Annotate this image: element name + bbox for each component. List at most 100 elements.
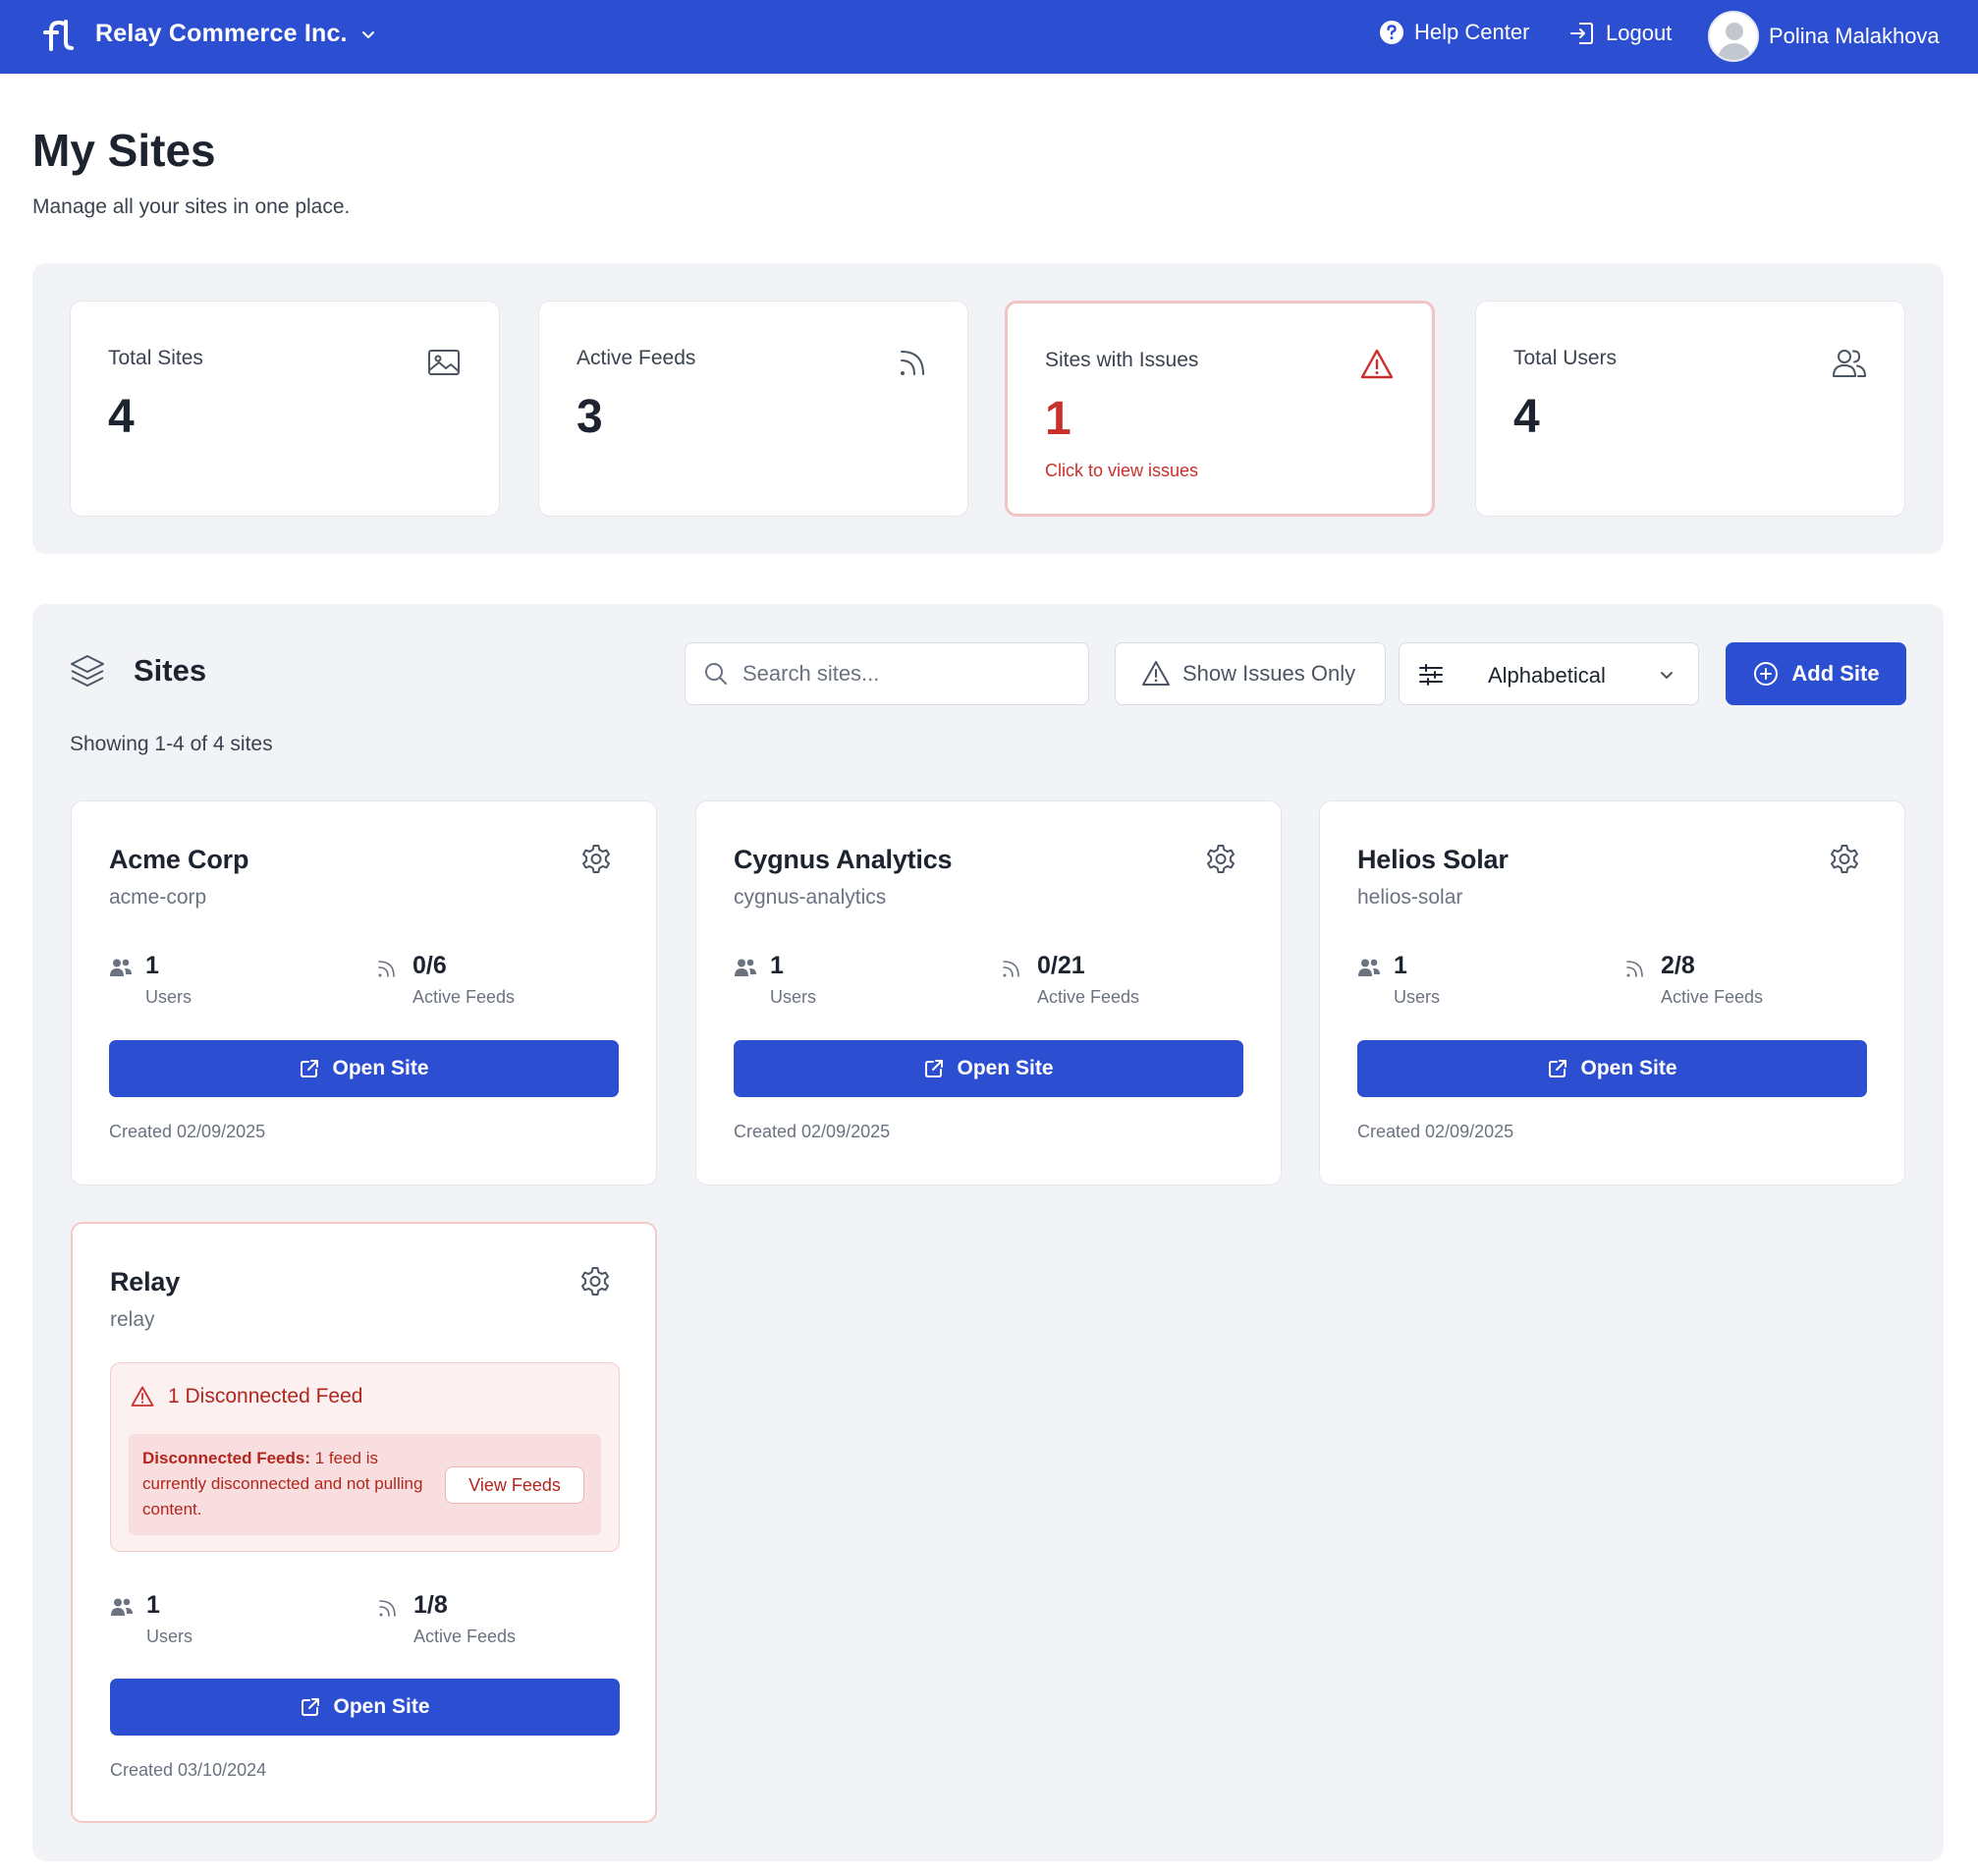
feeds-count: 2/8 — [1661, 952, 1695, 979]
users-count: 1 — [146, 1591, 160, 1619]
feeds-count: 0/6 — [412, 952, 447, 979]
site-slug: acme-corp — [109, 886, 207, 909]
users-icon — [111, 1598, 133, 1616]
users-icon — [735, 959, 756, 976]
gear-icon[interactable] — [578, 1265, 612, 1298]
open-site-label: Open Site — [1580, 1057, 1677, 1079]
sites-section-title: Sites — [134, 653, 207, 688]
external-link-icon — [925, 1060, 944, 1077]
external-link-icon — [301, 1060, 319, 1077]
site-card: Relay relay 1 Disconnected Feed Disconne… — [71, 1222, 657, 1823]
help-center-link[interactable]: Help Center — [1379, 20, 1529, 45]
alert-message-bold: Disconnected Feeds: — [142, 1449, 310, 1467]
gear-icon[interactable] — [1828, 843, 1861, 876]
rss-icon — [901, 351, 924, 375]
gear-icon[interactable] — [579, 843, 613, 876]
page-subtitle: Manage all your sites in one place. — [32, 195, 351, 218]
brand-logo-icon[interactable] — [39, 16, 79, 55]
users-count: 1 — [770, 952, 784, 979]
stat-value: 4 — [108, 391, 135, 443]
users-label: Users — [145, 987, 192, 1007]
add-site-button[interactable]: Add Site — [1726, 642, 1906, 705]
stat-card-total-users: Total Users 4 — [1475, 301, 1905, 517]
user-name: Polina Malakhova — [1769, 24, 1940, 48]
showing-count: Showing 1-4 of 4 sites — [70, 733, 273, 755]
show-issues-label: Show Issues Only — [1182, 661, 1356, 686]
created-date: Created 02/09/2025 — [109, 1122, 266, 1141]
org-name: Relay Commerce Inc. — [95, 20, 348, 47]
open-site-button[interactable]: Open Site — [734, 1040, 1243, 1097]
created-date: Created 02/09/2025 — [1357, 1122, 1514, 1141]
org-switcher[interactable]: Relay Commerce Inc. — [95, 20, 377, 48]
help-center-label: Help Center — [1414, 20, 1530, 44]
sliders-icon — [1419, 664, 1443, 686]
view-feeds-button[interactable]: View Feeds — [445, 1466, 584, 1504]
feeds-count: 1/8 — [413, 1591, 448, 1619]
open-site-button[interactable]: Open Site — [110, 1679, 620, 1736]
alert-triangle-icon — [1360, 349, 1394, 379]
alert-message: Disconnected Feeds: 1 feed is currently … — [142, 1446, 437, 1522]
open-site-button[interactable]: Open Site — [109, 1040, 619, 1097]
add-site-label: Add Site — [1791, 661, 1880, 686]
stat-label: Active Feeds — [577, 347, 696, 369]
plus-circle-icon — [1754, 662, 1779, 686]
external-link-icon — [302, 1698, 320, 1716]
gear-icon[interactable] — [1204, 843, 1237, 876]
logout-label: Logout — [1606, 21, 1673, 45]
open-site-label: Open Site — [333, 1695, 430, 1718]
search-box[interactable] — [685, 642, 1089, 705]
open-site-button[interactable]: Open Site — [1357, 1040, 1867, 1097]
chevron-down-icon — [1661, 672, 1673, 679]
rss-icon — [1003, 961, 1019, 977]
help-circle-icon — [1380, 21, 1403, 44]
sort-select[interactable]: Alphabetical — [1399, 642, 1699, 705]
stats-panel: Total Sites 4 Active Feeds 3 Sites with … — [32, 263, 1944, 554]
top-bar: Relay Commerce Inc. Help Center Logout P… — [0, 0, 1978, 74]
site-slug: relay — [110, 1308, 155, 1331]
feeds-label: Active Feeds — [1661, 987, 1764, 1007]
stat-label: Total Users — [1513, 347, 1618, 369]
users-count: 1 — [1394, 952, 1407, 979]
open-site-label: Open Site — [332, 1057, 429, 1079]
users-count: 1 — [145, 952, 159, 979]
open-site-label: Open Site — [957, 1057, 1054, 1079]
search-input[interactable] — [742, 661, 1057, 687]
site-card: Acme Corp acme-corp 1 Users 0/6 Active F… — [71, 800, 657, 1186]
user-menu[interactable]: Polina Malakhova — [1708, 11, 1940, 62]
stat-card-sites-with-issues[interactable]: Sites with Issues 1 Click to view issues — [1005, 301, 1435, 517]
site-slug: cygnus-analytics — [734, 886, 887, 909]
feeds-label: Active Feeds — [1037, 987, 1140, 1007]
alert-header: 1 Disconnected Feed — [131, 1385, 362, 1408]
chevron-down-icon — [361, 30, 374, 38]
layers-icon — [71, 655, 104, 687]
stat-value: 1 — [1045, 393, 1071, 445]
stat-card-active-feeds: Active Feeds 3 — [538, 301, 968, 517]
stat-value: 4 — [1513, 391, 1540, 443]
disconnected-feed-alert: 1 Disconnected Feed Disconnected Feeds: … — [110, 1362, 620, 1552]
image-icon — [428, 350, 460, 375]
alert-triangle-icon — [131, 1386, 154, 1407]
rss-icon — [379, 1600, 396, 1617]
feeds-label: Active Feeds — [413, 1627, 517, 1646]
rss-icon — [378, 961, 395, 977]
users-icon — [110, 959, 132, 976]
feeds-label: Active Feeds — [412, 987, 516, 1007]
sites-panel: Sites Show Issues Only Alphabetical Add … — [32, 604, 1944, 1861]
site-slug: helios-solar — [1357, 886, 1463, 909]
external-link-icon — [1549, 1060, 1567, 1077]
logout-button[interactable]: Logout — [1568, 20, 1672, 47]
users-label: Users — [146, 1627, 193, 1646]
site-name: Relay — [110, 1267, 181, 1297]
rss-icon — [1626, 961, 1643, 977]
site-name: Helios Solar — [1357, 845, 1509, 874]
show-issues-only-button[interactable]: Show Issues Only — [1115, 642, 1386, 705]
alert-detail: Disconnected Feeds: 1 feed is currently … — [129, 1434, 601, 1535]
users-icon — [1833, 350, 1866, 377]
sort-value: Alphabetical — [1488, 663, 1606, 688]
view-issues-link[interactable]: Click to view issues — [1045, 461, 1198, 481]
search-icon — [705, 663, 727, 685]
alert-triangle-icon — [1142, 661, 1170, 686]
site-card: Cygnus Analytics cygnus-analytics 1 User… — [695, 800, 1282, 1186]
users-label: Users — [770, 987, 817, 1007]
stat-card-total-sites: Total Sites 4 — [70, 301, 500, 517]
